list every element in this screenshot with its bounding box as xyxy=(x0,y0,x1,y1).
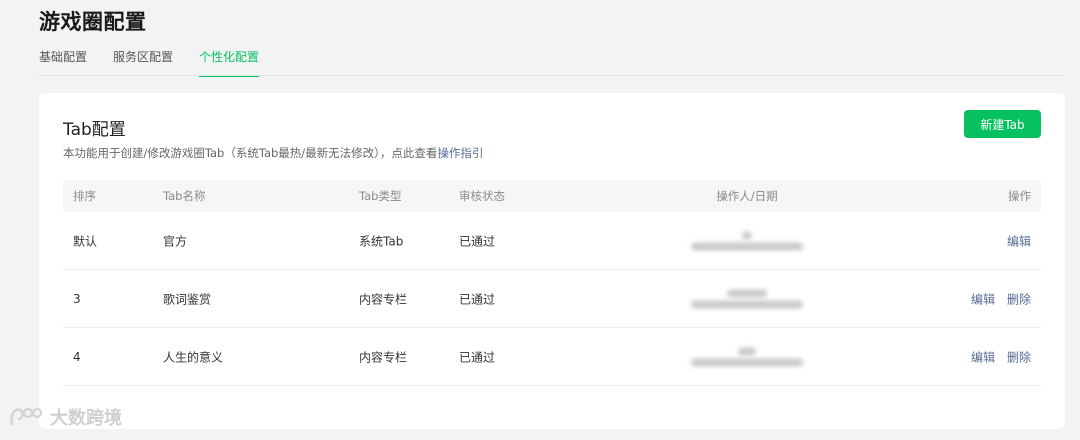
row-operator-redacted xyxy=(667,228,827,253)
tab-table: 排序 Tab名称 Tab类型 审核状态 操作人/日期 操作 默认 官方 系统Ta… xyxy=(63,180,1041,386)
new-tab-button[interactable]: 新建Tab xyxy=(964,110,1041,138)
header-status: 审核状态 xyxy=(459,189,505,203)
row-status: 已通过 xyxy=(459,350,496,364)
row-operator-redacted xyxy=(667,286,827,311)
row-type: 内容专栏 xyxy=(359,292,408,306)
redacted-operator-date xyxy=(691,358,803,366)
redacted-operator-name xyxy=(738,347,756,355)
row-actions: 编辑 删除 xyxy=(971,290,1031,307)
redacted-operator-date xyxy=(691,242,803,250)
delete-button[interactable]: 删除 xyxy=(1007,348,1031,365)
table-row: 默认 官方 系统Tab 已通过 编辑 xyxy=(63,212,1041,270)
edit-button[interactable]: 编辑 xyxy=(1007,232,1031,249)
tab-service-zone-config[interactable]: 服务区配置 xyxy=(113,48,173,77)
row-order: 3 xyxy=(73,291,81,306)
header-order: 排序 xyxy=(73,189,96,203)
row-operator-redacted xyxy=(667,344,827,369)
header-operator: 操作人/日期 xyxy=(716,189,778,203)
row-name: 人生的意义 xyxy=(163,350,224,364)
tab-basic-config[interactable]: 基础配置 xyxy=(39,48,87,77)
row-status: 已通过 xyxy=(459,234,496,248)
row-status: 已通过 xyxy=(459,292,496,306)
page-title: 游戏圈配置 xyxy=(39,10,147,34)
row-actions: 编辑 xyxy=(1007,232,1031,249)
tab-config-card: Tab配置 本功能用于创建/修改游戏圈Tab（系统Tab最热/最新无法修改），点… xyxy=(39,93,1065,429)
table-header: 排序 Tab名称 Tab类型 审核状态 操作人/日期 操作 xyxy=(63,180,1041,212)
row-name: 官方 xyxy=(163,234,188,248)
tabs-divider xyxy=(39,75,1064,76)
header-type: Tab类型 xyxy=(359,189,402,203)
config-tabs: 基础配置 服务区配置 个性化配置 xyxy=(39,48,260,77)
table-row: 4 人生的意义 内容专栏 已通过 编辑 删除 xyxy=(63,328,1041,386)
header-actions: 操作 xyxy=(1008,189,1031,203)
card-title: Tab配置 xyxy=(63,120,126,140)
header-name: Tab名称 xyxy=(163,189,206,203)
redacted-operator-name xyxy=(727,289,767,297)
card-description: 本功能用于创建/修改游戏圈Tab（系统Tab最热/最新无法修改），点此查看操作指… xyxy=(63,145,483,161)
row-type: 系统Tab xyxy=(359,234,404,248)
row-type: 内容专栏 xyxy=(359,350,408,364)
row-order: 默认 xyxy=(73,234,98,248)
edit-button[interactable]: 编辑 xyxy=(971,348,995,365)
description-text: 本功能用于创建/修改游戏圈Tab（系统Tab最热/最新无法修改），点此查看 xyxy=(63,146,438,160)
row-name: 歌词鉴赏 xyxy=(163,292,212,306)
redacted-operator-date xyxy=(691,300,803,308)
tab-personalized-config[interactable]: 个性化配置 xyxy=(199,48,260,77)
watermark-logo-icon xyxy=(10,407,43,426)
delete-button[interactable]: 删除 xyxy=(1007,290,1031,307)
row-order: 4 xyxy=(73,349,81,364)
redacted-operator-name xyxy=(742,231,752,239)
row-actions: 编辑 删除 xyxy=(971,348,1031,365)
edit-button[interactable]: 编辑 xyxy=(971,290,995,307)
table-row: 3 歌词鉴赏 内容专栏 已通过 编辑 删除 xyxy=(63,270,1041,328)
watermark-text: 大数跨境 xyxy=(50,408,122,429)
guide-link[interactable]: 操作指引 xyxy=(437,146,483,160)
watermark: 大数跨境 xyxy=(8,404,122,430)
